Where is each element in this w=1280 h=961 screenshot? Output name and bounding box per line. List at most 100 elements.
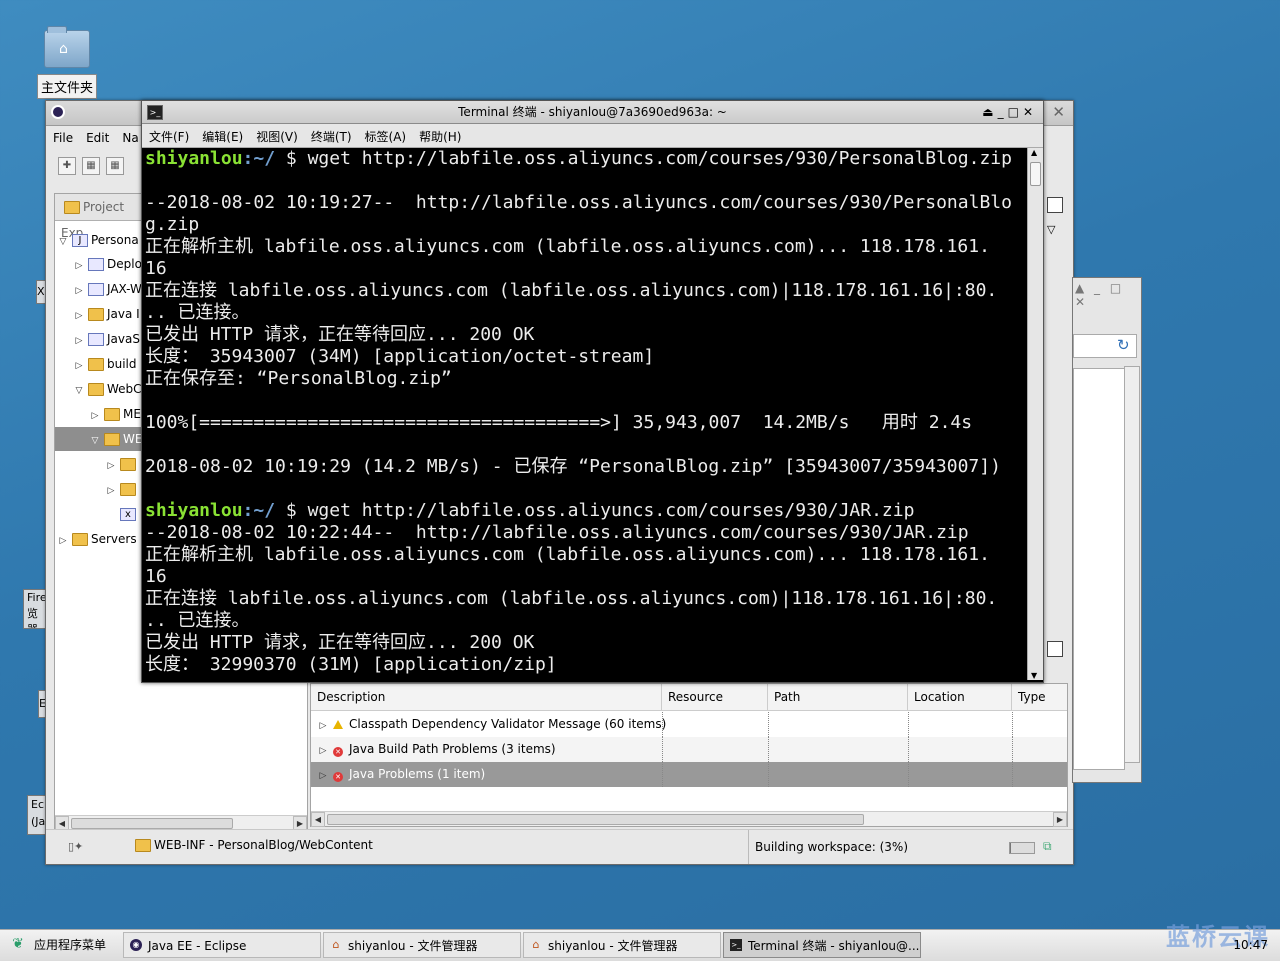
task-terminal[interactable]: >_ Terminal 终端 - shiyanlou@... — [723, 932, 921, 958]
terminal-icon: >_ — [730, 939, 742, 951]
task-eclipse[interactable]: ◉ Java EE - Eclipse — [123, 932, 321, 958]
eclipse-icon: ◉ — [130, 939, 142, 951]
col-resource[interactable]: Resource — [662, 684, 768, 710]
tree-item[interactable]: ▷ ME — [89, 402, 141, 426]
scroll-thumb[interactable] — [327, 814, 864, 825]
new-fast-view-icon[interactable]: ▯✦ — [68, 840, 83, 853]
collapsed-arrow-icon[interactable]: ▷ — [73, 354, 85, 378]
close-icon[interactable]: ✕ — [1052, 103, 1065, 121]
terminal-output[interactable]: shiyanlou:~/ $ wget http://labfile.oss.a… — [145, 148, 1027, 680]
scroll-up-icon[interactable]: ▲ — [1031, 148, 1037, 157]
terminal-line: 长度： 35943007 (34M) [application/octet-st… — [145, 346, 655, 367]
terminal-line: .. 已连接。 — [145, 610, 250, 631]
menu-edit[interactable]: Edit — [79, 127, 115, 145]
build-progress-bar[interactable] — [1009, 842, 1035, 854]
problem-row[interactable]: ▷ Classpath Dependency Validator Message … — [311, 712, 1067, 737]
project-explorer-tab[interactable]: Project Exp — [55, 194, 141, 240]
expanded-arrow-icon[interactable]: ▽ — [89, 429, 101, 453]
scroll-thumb[interactable] — [71, 818, 233, 829]
scroll-right-icon[interactable]: ▶ — [1053, 812, 1067, 827]
tree-item[interactable]: ▷ Java I — [73, 302, 140, 326]
desktop-peek-eclipse[interactable]: Ec (Ja — [27, 795, 47, 835]
tree-item[interactable]: ▷ Servers — [57, 527, 137, 551]
scroll-down-icon[interactable]: ▼ — [1031, 671, 1037, 680]
collapsed-arrow-icon[interactable]: ▷ — [73, 254, 85, 278]
collapsed-arrow-icon[interactable]: ▷ — [73, 279, 85, 303]
col-path[interactable]: Path — [768, 684, 908, 710]
desktop-home-folder[interactable]: ⌂ 主文件夹 — [36, 26, 98, 99]
expanded-arrow-icon[interactable]: ▽ — [57, 230, 69, 254]
collapsed-arrow-icon[interactable]: ▷ — [73, 304, 85, 328]
folder-icon — [88, 358, 104, 371]
tree-item[interactable]: ▷ Deplo — [73, 252, 142, 276]
app-menu-icon: ❦ — [12, 936, 24, 952]
collapsed-arrow-icon[interactable]: ▷ — [317, 714, 329, 739]
folder-icon — [120, 483, 136, 496]
vscroll[interactable] — [1124, 366, 1140, 763]
collapsed-arrow-icon[interactable]: ▷ — [317, 739, 329, 764]
col-description[interactable]: Description — [311, 684, 662, 710]
terminal-title: Terminal 终端 - shiyanlou@7a3690ed963a: ~ — [458, 105, 727, 119]
view-menu-icon[interactable]: ▽ — [1047, 223, 1055, 236]
tree-item[interactable]: ▷ build — [73, 352, 137, 376]
collapsed-arrow-icon[interactable]: ▷ — [317, 764, 329, 789]
problems-hscroll[interactable]: ◀ ▶ — [311, 811, 1067, 827]
menu-view[interactable]: 视图(V) — [249, 124, 304, 145]
save-icon[interactable]: ▦ — [82, 157, 100, 175]
col-type[interactable]: Type — [1012, 684, 1067, 710]
terminal-window[interactable]: >_ Terminal 终端 - shiyanlou@7a3690ed963a:… — [141, 100, 1044, 683]
collapsed-arrow-icon[interactable]: ▷ — [73, 329, 85, 353]
progress-view-icon[interactable]: ⧉ — [1043, 839, 1052, 854]
save-all-icon[interactable]: ▦ — [106, 157, 124, 175]
folder-icon — [88, 383, 104, 396]
maximize-icon[interactable]: □ — [1008, 105, 1023, 119]
background-window[interactable]: ▲ _ □ ✕ ↻ — [1072, 277, 1142, 783]
refresh-icon[interactable]: ↻ — [1117, 336, 1130, 354]
terminal-line: .. 已连接。 — [145, 302, 250, 323]
tree-item[interactable]: ▷ JAX-W — [73, 277, 142, 301]
collapsed-arrow-icon[interactable]: ▷ — [89, 404, 101, 428]
expanded-arrow-icon[interactable]: ▽ — [73, 379, 85, 403]
terminal-line: 正在解析主机 labfile.oss.aliyuncs.com (labfile… — [145, 236, 990, 257]
menu-file[interactable]: File — [46, 127, 79, 145]
warning-icon — [333, 720, 343, 729]
tree-item[interactable]: ▷ JavaS — [73, 327, 140, 351]
terminal-line: 已发出 HTTP 请求，正在等待回应... 200 OK — [145, 632, 535, 653]
terminal-line: 正在保存至: “PersonalBlog.zip” — [145, 368, 452, 389]
maximize-view-icon[interactable] — [1047, 197, 1063, 213]
col-location[interactable]: Location — [908, 684, 1012, 710]
tree-item[interactable]: ▽ J Persona — [57, 228, 139, 252]
scroll-thumb[interactable] — [1030, 162, 1041, 186]
menu-edit[interactable]: 编辑(E) — [195, 124, 249, 145]
task-file-manager-2[interactable]: ⌂ shiyanlou - 文件管理器 — [523, 932, 721, 958]
minimize-icon[interactable]: _ — [998, 105, 1008, 119]
terminal-icon: >_ — [147, 105, 163, 120]
collapsed-arrow-icon[interactable]: ▷ — [105, 454, 117, 478]
project-explorer-hscroll[interactable]: ◀ ▶ — [55, 815, 307, 831]
terminal-titlebar[interactable]: >_ Terminal 终端 - shiyanlou@7a3690ed963a:… — [142, 101, 1043, 124]
problem-row[interactable]: ▷ ✕ Java Build Path Problems (3 items) — [311, 737, 1067, 762]
collapsed-arrow-icon[interactable]: ▷ — [105, 479, 117, 503]
maximize-view-icon[interactable] — [1047, 641, 1063, 657]
collapsed-arrow-icon[interactable]: ▷ — [57, 529, 69, 553]
menu-terminal[interactable]: 终端(T) — [304, 124, 358, 145]
error-icon: ✕ — [333, 772, 343, 782]
desktop-peek-firefox[interactable]: Fire览器 — [23, 589, 47, 629]
problem-row-selected[interactable]: ▷ ✕ Java Problems (1 item) — [311, 762, 1067, 787]
tree-item[interactable]: ▽ WebC — [73, 377, 142, 401]
menu-tabs[interactable]: 标签(A) — [358, 124, 413, 145]
build-progress-fill — [1010, 843, 1011, 853]
window-controls-icon[interactable]: ▲ _ □ ✕ — [1075, 281, 1141, 309]
menu-help[interactable]: 帮助(H) — [412, 124, 467, 145]
tree-item[interactable]: x — [117, 502, 139, 526]
close-icon[interactable]: ✕ — [1023, 105, 1037, 119]
scroll-left-icon[interactable]: ◀ — [311, 812, 325, 827]
shade-icon[interactable]: ⏏ — [982, 105, 997, 119]
tree-item[interactable]: ▷ — [105, 477, 139, 501]
menu-file[interactable]: 文件(F) — [142, 124, 195, 145]
task-file-manager-1[interactable]: ⌂ shiyanlou - 文件管理器 — [323, 932, 521, 958]
tree-item[interactable]: ▷ — [105, 452, 139, 476]
app-menu-button[interactable]: ❦ 应用程序菜单 — [4, 932, 120, 958]
new-icon[interactable]: ✚ — [58, 157, 76, 175]
terminal-vscroll[interactable]: ▲ ▼ — [1027, 148, 1043, 680]
